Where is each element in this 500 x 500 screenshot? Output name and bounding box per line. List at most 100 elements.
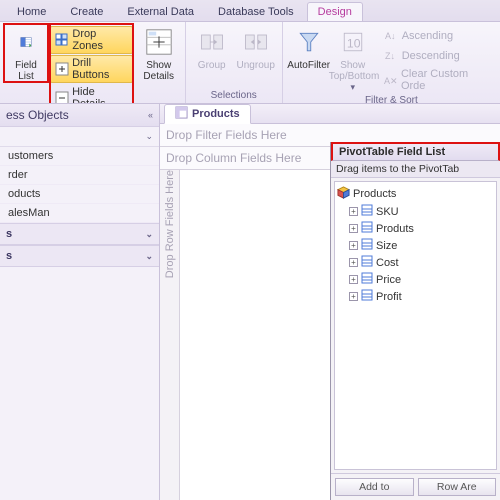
- show-top-bottom-button[interactable]: 10 Show Top/Bottom ▾: [331, 24, 375, 93]
- document-tab-products[interactable]: Products: [164, 104, 251, 124]
- document-tab-label: Products: [192, 108, 240, 120]
- field-label: Produts: [376, 223, 414, 235]
- descending-button[interactable]: Z↓ Descending: [379, 46, 496, 65]
- field-node-size[interactable]: + Size: [337, 237, 494, 254]
- pivottable-field-list-panel: PivotTable Field List Drag items to the …: [330, 142, 500, 500]
- nav-item-salesman[interactable]: alesMan: [0, 204, 159, 223]
- ascending-icon: A↓: [384, 28, 399, 43]
- expand-icon[interactable]: +: [349, 258, 358, 267]
- hide-details-label: Hide Details: [72, 86, 128, 104]
- autofilter-button[interactable]: AutoFilter: [287, 24, 331, 71]
- autofilter-icon: [293, 26, 325, 58]
- nav-group-1[interactable]: s⌄: [0, 223, 159, 245]
- add-to-button[interactable]: Add to: [335, 478, 414, 496]
- clear-ordering-icon: A✕: [384, 73, 398, 88]
- show-details-icon: [143, 26, 175, 58]
- nav-item-order[interactable]: rder: [0, 166, 159, 185]
- autofilter-label: AutoFilter: [285, 60, 333, 71]
- nav-item-customers[interactable]: ustomers: [0, 147, 159, 166]
- nav-collapse-icon[interactable]: «: [148, 110, 153, 120]
- field-node-sku[interactable]: + SKU: [337, 203, 494, 220]
- expand-icon[interactable]: +: [349, 224, 358, 233]
- document-area: Products Drop Filter Fields Here Drop Co…: [160, 104, 500, 500]
- show-details-label: Show Details: [135, 60, 183, 82]
- field-label: Profit: [376, 291, 402, 303]
- group-button[interactable]: Group: [190, 24, 234, 71]
- ribbon: Field List Drop Zones Drill Buttons: [0, 22, 500, 104]
- show-top-bottom-label: Show Top/Bottom: [329, 60, 377, 82]
- drop-row-fields-label: Drop Row Fields Here: [164, 170, 176, 284]
- field-icon: [361, 238, 373, 253]
- nav-search[interactable]: ⌄: [0, 127, 159, 147]
- tab-external-data[interactable]: External Data: [116, 2, 205, 21]
- document-tabbar: Products: [160, 104, 500, 124]
- nav-group-1-label: s: [6, 228, 12, 240]
- workspace: ess Objects « ⌄ ustomers rder oducts ale…: [0, 104, 500, 500]
- descending-label: Descending: [402, 50, 460, 62]
- field-icon: [361, 272, 373, 287]
- expand-icon[interactable]: +: [349, 241, 358, 250]
- cube-icon: [337, 186, 350, 202]
- ascending-label: Ascending: [402, 30, 453, 42]
- navigation-pane: ess Objects « ⌄ ustomers rder oducts ale…: [0, 104, 160, 500]
- hide-details-icon: [55, 91, 69, 105]
- drill-buttons-button[interactable]: Drill Buttons: [50, 55, 133, 83]
- field-icon: [361, 255, 373, 270]
- field-node-cost[interactable]: + Cost: [337, 254, 494, 271]
- nav-item-products[interactable]: oducts: [0, 185, 159, 204]
- show-details-button[interactable]: Show Details: [137, 24, 181, 82]
- field-node-produts[interactable]: + Produts: [337, 220, 494, 237]
- tab-design[interactable]: Design: [307, 2, 363, 21]
- ungroup-label: Ungroup: [232, 60, 280, 71]
- drop-zones-button[interactable]: Drop Zones: [50, 26, 133, 54]
- group-label-filtersort: Filter & Sort: [287, 94, 496, 104]
- ascending-button[interactable]: A↓ Ascending: [379, 26, 496, 45]
- field-icon: [361, 289, 373, 304]
- field-icon: [361, 221, 373, 236]
- ribbon-group-showhide: Field List Drop Zones Drill Buttons: [0, 22, 186, 103]
- group-label-selections: Selections: [190, 89, 278, 103]
- expand-icon[interactable]: +: [349, 207, 358, 216]
- group-icon: [196, 26, 228, 58]
- ungroup-icon: [240, 26, 272, 58]
- field-label: Price: [376, 274, 401, 286]
- descending-icon: Z↓: [384, 48, 399, 63]
- group-label: Group: [188, 60, 236, 71]
- ungroup-button[interactable]: Ungroup: [234, 24, 278, 71]
- field-label: Cost: [376, 257, 399, 269]
- nav-pane-title: ess Objects: [6, 108, 69, 122]
- field-label: SKU: [376, 206, 399, 218]
- tab-create[interactable]: Create: [59, 2, 114, 21]
- field-root-products[interactable]: Products: [337, 185, 494, 203]
- nav-pane-header[interactable]: ess Objects «: [0, 104, 159, 127]
- field-list-title: PivotTable Field List: [331, 142, 500, 161]
- field-list-label: Field List: [2, 60, 50, 82]
- tab-database-tools[interactable]: Database Tools: [207, 2, 305, 21]
- field-list-tree[interactable]: Products + SKU + Produts + Size + Cost + Pric…: [334, 181, 497, 470]
- field-root-label: Products: [353, 188, 396, 200]
- drill-buttons-label: Drill Buttons: [72, 57, 128, 81]
- clear-custom-ordering-button[interactable]: A✕ Clear Custom Orde: [379, 66, 496, 94]
- expand-icon[interactable]: +: [349, 292, 358, 301]
- clear-ordering-label: Clear Custom Orde: [401, 68, 491, 92]
- field-node-profit[interactable]: + Profit: [337, 288, 494, 305]
- svg-text:A↓: A↓: [385, 31, 396, 41]
- field-list-button[interactable]: Field List: [4, 24, 48, 82]
- drill-buttons-icon: [55, 62, 69, 77]
- chevron-down-icon: ▾: [350, 82, 355, 93]
- ribbon-group-selections: Group Ungroup Selections: [186, 22, 283, 103]
- field-node-price[interactable]: + Price: [337, 271, 494, 288]
- field-label: Size: [376, 240, 397, 252]
- svg-text:Z↓: Z↓: [385, 51, 395, 61]
- drop-row-fields-zone[interactable]: Drop Row Fields Here: [160, 170, 180, 500]
- row-area-button[interactable]: Row Are: [418, 478, 497, 496]
- expand-icon[interactable]: +: [349, 275, 358, 284]
- tab-home[interactable]: Home: [6, 2, 57, 21]
- field-list-buttons: Add to Row Are: [331, 473, 500, 500]
- svg-text:A✕: A✕: [384, 76, 397, 86]
- svg-text:10: 10: [347, 36, 361, 50]
- field-list-icon: [10, 26, 42, 58]
- nav-group-2[interactable]: s⌄: [0, 245, 159, 267]
- hide-details-button[interactable]: Hide Details: [50, 84, 133, 104]
- pivot-table-icon: [175, 106, 188, 122]
